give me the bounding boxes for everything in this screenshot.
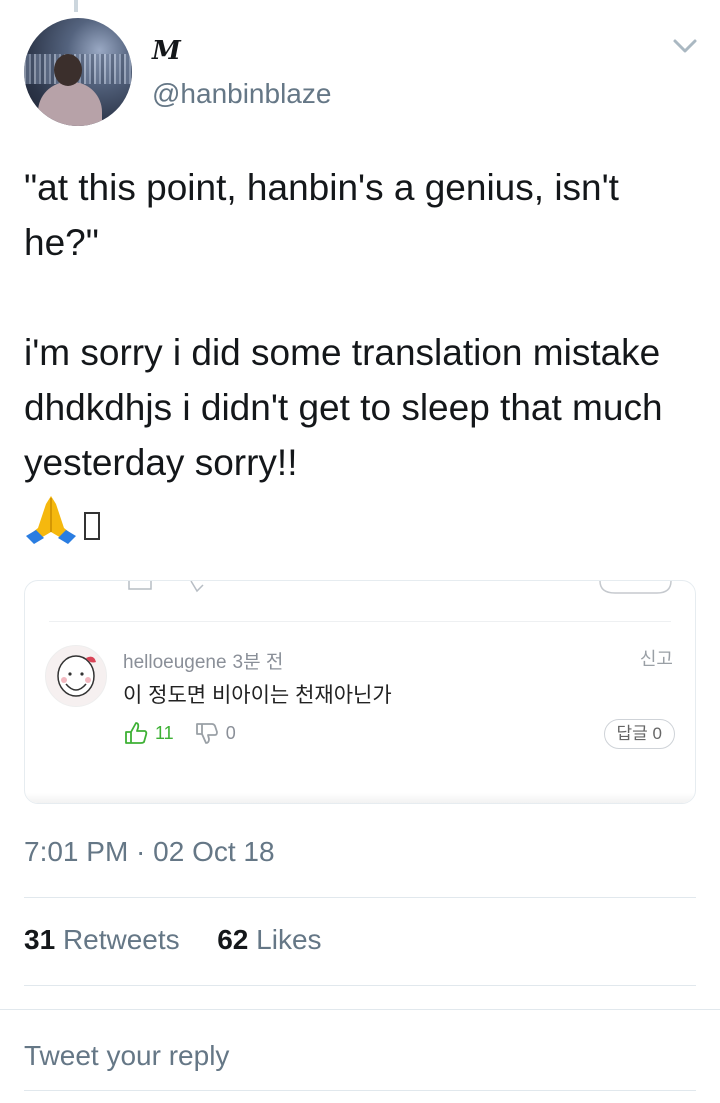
- emoji-row: [24, 492, 100, 546]
- report-link: 신고: [639, 649, 673, 669]
- tweet-timestamp[interactable]: 7:01 PM · 02 Oct 18: [24, 836, 275, 868]
- tweet-text: "at this point, hanbin's a genius, isn't…: [24, 167, 663, 483]
- user-handle[interactable]: @hanbinblaze: [152, 78, 331, 110]
- commenter-username: helloeugene 3분 전: [123, 652, 284, 673]
- embedded-comment-screenshot[interactable]: helloeugene 3분 전 신고 이 정도면 비아이는 천재아닌가 11 0…: [24, 580, 696, 804]
- comment-time: 3분 전: [232, 652, 284, 673]
- dislike-count: 0: [225, 722, 236, 743]
- reply-underline: [24, 1090, 696, 1091]
- thumbs-down-icon: [195, 723, 218, 744]
- cropped-top-actions: [128, 581, 672, 594]
- divider: [24, 985, 696, 986]
- display-name[interactable]: M: [152, 36, 181, 66]
- like-count: 11: [155, 722, 174, 743]
- retweets-stat[interactable]: 31 Retweets: [24, 924, 180, 955]
- tweet-stats: 31 Retweets 62 Likes: [24, 924, 322, 956]
- divider: [24, 897, 696, 898]
- comment-actions: 11 0: [123, 721, 236, 745]
- comment-text: 이 정도면 비아이는 천재아닌가: [123, 684, 392, 707]
- divider: [0, 1009, 720, 1010]
- chevron-down-icon[interactable]: [672, 36, 698, 56]
- avatar[interactable]: [24, 18, 132, 126]
- thread-line: [74, 0, 78, 12]
- thumbs-up-icon: [125, 722, 148, 744]
- folded-hands-icon: [26, 496, 76, 544]
- missing-glyph-icon: [84, 512, 100, 540]
- likes-stat[interactable]: 62 Likes: [217, 924, 321, 955]
- comment-reply-button: 답글 0: [603, 719, 675, 749]
- commenter-avatar: [45, 645, 107, 707]
- reply-input[interactable]: Tweet your reply: [24, 1040, 229, 1072]
